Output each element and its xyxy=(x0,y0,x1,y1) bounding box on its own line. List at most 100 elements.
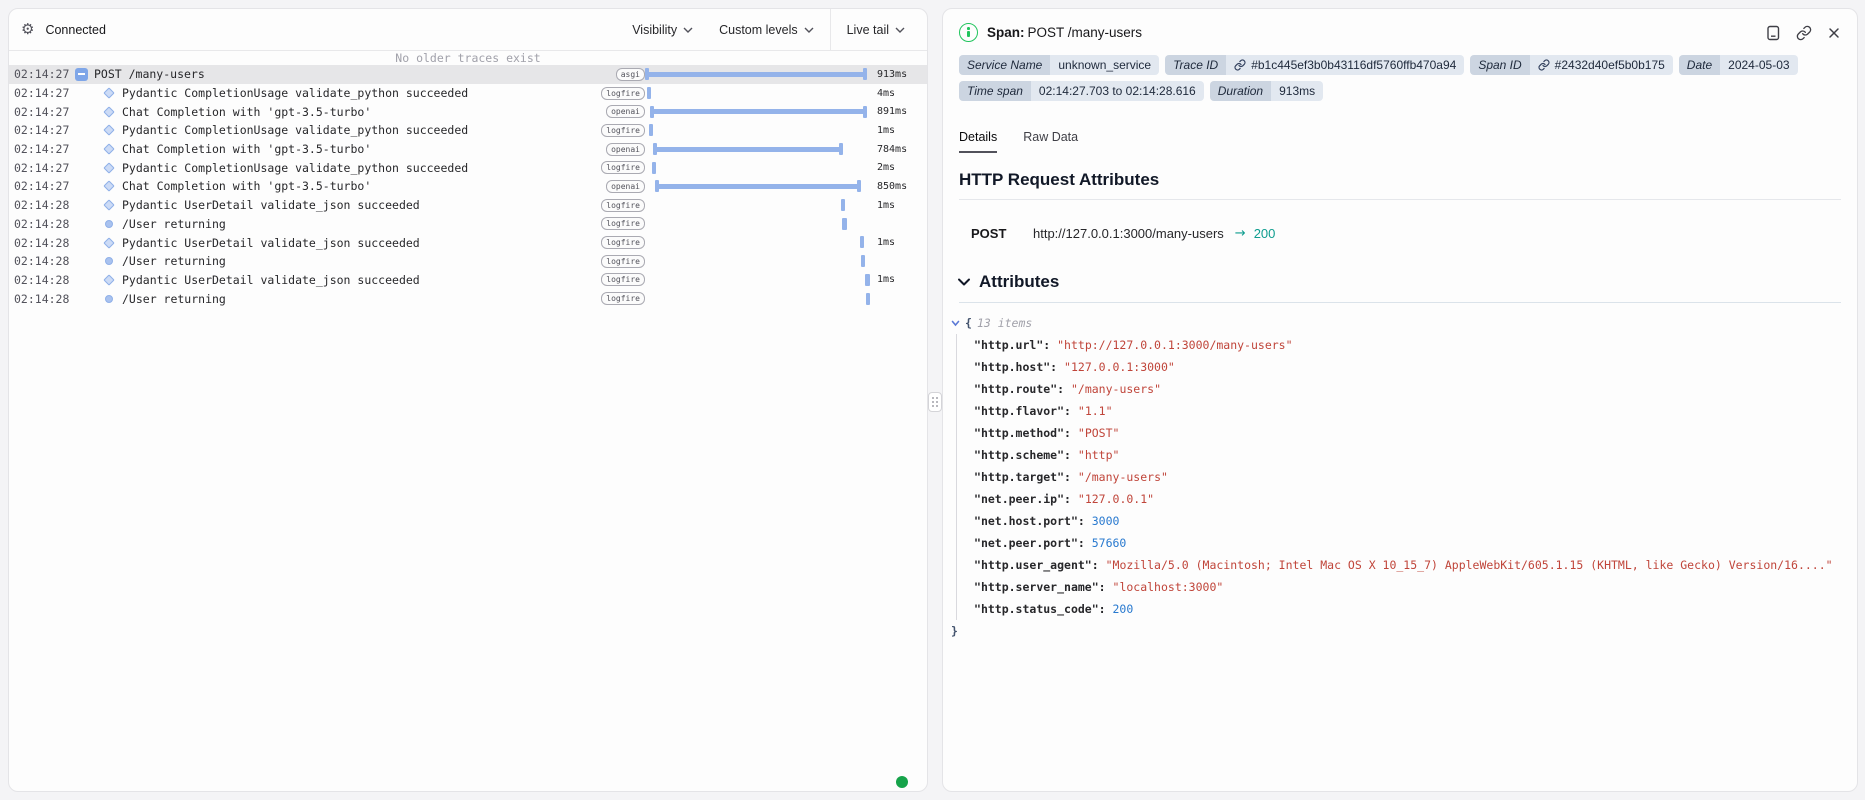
trace-row-timeline xyxy=(645,196,870,215)
collapse-node-icon[interactable] xyxy=(951,320,960,327)
attribute-value: http://127.0.0.1:3000/many-users xyxy=(1057,338,1292,352)
trace-list: 02:14:27 POST /many-users asgi 913ms 02:… xyxy=(9,65,927,308)
trace-row-timestamp: 02:14:28 xyxy=(9,217,72,231)
trace-row-timeline xyxy=(645,65,870,84)
visibility-dropdown[interactable]: Visibility xyxy=(632,23,693,37)
attributes-section-header[interactable]: Attributes xyxy=(957,272,1841,292)
attribute-line: net.peer.ip127.0.0.1 xyxy=(974,488,1841,510)
attribute-key: net.host.port xyxy=(974,514,1092,528)
trace-tag-chip[interactable]: logfire xyxy=(601,236,645,249)
live-tail-dropdown-label: Live tail xyxy=(847,23,889,37)
trace-row[interactable]: 02:14:27 Pydantic CompletionUsage valida… xyxy=(9,158,927,177)
diamond-level-icon xyxy=(103,87,114,98)
duration-tick-bar xyxy=(866,293,871,305)
chevron-down-icon xyxy=(957,277,971,287)
attribute-value: 127.0.0.1:3000 xyxy=(1064,360,1175,374)
trace-row-duration: 1ms xyxy=(870,274,927,285)
trace-tag-chip[interactable]: logfire xyxy=(601,217,645,230)
json-open-brace xyxy=(965,312,972,334)
trace-tag-chip[interactable]: logfire xyxy=(601,255,645,268)
duration-span-bar xyxy=(645,68,867,80)
meta-badge-value: 913ms xyxy=(1271,81,1323,101)
attribute-value: Mozilla/5.0 (Macintosh; Intel Mac OS X 1… xyxy=(1106,558,1833,572)
duration-span-bar xyxy=(650,106,867,118)
trace-row-message: /User returning xyxy=(122,254,226,268)
trace-tag-chip[interactable]: logfire xyxy=(601,87,645,100)
diamond-level-icon xyxy=(103,237,114,248)
duration-span-bar xyxy=(653,143,844,155)
attribute-line: http.urlhttp://127.0.0.1:3000/many-users xyxy=(974,334,1841,356)
trace-row-timeline xyxy=(645,215,870,234)
meta-badge-value: #2432d40ef5b0b175 xyxy=(1530,55,1673,75)
trace-row-message: Chat Completion with 'gpt-3.5-turbo' xyxy=(122,179,371,193)
live-tail-dropdown[interactable]: Live tail xyxy=(847,23,927,37)
tab-raw-data[interactable]: Raw Data xyxy=(1023,130,1078,153)
trace-tag-chip[interactable]: logfire xyxy=(601,292,645,305)
attribute-key: http.route xyxy=(974,382,1071,396)
trace-tag-chip[interactable]: logfire xyxy=(601,199,645,212)
trace-row-message: Pydantic UserDetail validate_json succee… xyxy=(122,236,420,250)
visibility-dropdown-label: Visibility xyxy=(632,23,677,37)
diamond-level-icon xyxy=(103,143,114,154)
open-in-panel-icon[interactable] xyxy=(1766,25,1781,41)
trace-row-duration: 1ms xyxy=(870,200,927,211)
trace-tag-chip[interactable]: logfire xyxy=(601,124,645,137)
trace-tag-chip[interactable]: logfire xyxy=(601,161,645,174)
attribute-line: http.route/many-users xyxy=(974,378,1841,400)
trace-row[interactable]: 02:14:27 POST /many-users asgi 913ms xyxy=(9,65,927,84)
trace-row[interactable]: 02:14:27 Chat Completion with 'gpt-3.5-t… xyxy=(9,102,927,121)
duration-tick-bar xyxy=(841,199,846,211)
attribute-line: http.server_namelocalhost:3000 xyxy=(974,576,1841,598)
attribute-key: http.server_name xyxy=(974,580,1113,594)
close-icon[interactable] xyxy=(1827,26,1841,40)
span-kind-label: Span: xyxy=(987,25,1025,40)
trace-tag-chip[interactable]: openai xyxy=(606,180,645,193)
duration-tick-bar xyxy=(861,255,866,267)
panel-resize-handle[interactable] xyxy=(928,392,942,412)
trace-row[interactable]: 02:14:28 /User returning logfire xyxy=(9,215,927,234)
trace-row-duration: 1ms xyxy=(870,125,927,136)
trace-row-timeline xyxy=(645,289,870,308)
attribute-key: http.scheme xyxy=(974,448,1078,462)
duration-span-bar xyxy=(655,180,862,192)
duration-tick-bar xyxy=(647,87,652,99)
trace-tag-chip[interactable]: logfire xyxy=(601,273,645,286)
trace-row[interactable]: 02:14:27 Pydantic CompletionUsage valida… xyxy=(9,121,927,140)
attribute-line: http.host127.0.0.1:3000 xyxy=(974,356,1841,378)
trace-row[interactable]: 02:14:27 Chat Completion with 'gpt-3.5-t… xyxy=(9,140,927,159)
tab-details[interactable]: Details xyxy=(959,130,997,153)
trace-tag-chip[interactable]: openai xyxy=(606,105,645,118)
diamond-level-icon xyxy=(103,125,114,136)
attribute-key: http.status_code xyxy=(974,602,1113,616)
meta-badge-value: #b1c445ef3b0b43116df5760ffb470a94 xyxy=(1226,55,1464,75)
trace-row-timeline xyxy=(645,102,870,121)
circle-level-icon xyxy=(105,295,113,303)
collapse-toggle-icon[interactable] xyxy=(75,68,88,81)
attribute-value: http xyxy=(1078,448,1120,462)
section-divider xyxy=(959,199,1841,200)
settings-gear-icon[interactable]: ⚙ xyxy=(21,22,34,37)
arrow-right-icon: → xyxy=(1235,226,1246,241)
trace-row[interactable]: 02:14:28 Pydantic UserDetail validate_js… xyxy=(9,196,927,215)
trace-row[interactable]: 02:14:28 Pydantic UserDetail validate_js… xyxy=(9,233,927,252)
custom-levels-dropdown[interactable]: Custom levels xyxy=(719,23,814,37)
attributes-section-title: Attributes xyxy=(979,272,1059,292)
attribute-value: 3000 xyxy=(1092,514,1120,528)
trace-tag-chip[interactable]: openai xyxy=(606,143,645,156)
meta-badge-label: Date xyxy=(1679,55,1720,75)
copy-link-icon[interactable] xyxy=(1796,25,1812,41)
trace-tag-chip[interactable]: asgi xyxy=(616,68,645,81)
trace-row[interactable]: 02:14:28 /User returning logfire xyxy=(9,252,927,271)
meta-badge: Service Name unknown_service xyxy=(959,55,1159,75)
span-title: Span:POST /many-users xyxy=(987,25,1142,40)
trace-row[interactable]: 02:14:27 Chat Completion with 'gpt-3.5-t… xyxy=(9,177,927,196)
meta-badge-value: 02:14:27.703 to 02:14:28.616 xyxy=(1031,81,1204,101)
attributes-divider xyxy=(959,302,1841,303)
trace-row-timestamp: 02:14:28 xyxy=(9,292,72,306)
trace-row[interactable]: 02:14:28 /User returning logfire xyxy=(9,289,927,308)
attribute-value: localhost:3000 xyxy=(1113,580,1224,594)
meta-badge: Trace ID #b1c445ef3b0b43116df5760ffb470a… xyxy=(1165,55,1464,75)
trace-row[interactable]: 02:14:27 Pydantic CompletionUsage valida… xyxy=(9,84,927,103)
trace-row[interactable]: 02:14:28 Pydantic UserDetail validate_js… xyxy=(9,271,927,290)
attribute-value: /many-users xyxy=(1078,470,1168,484)
